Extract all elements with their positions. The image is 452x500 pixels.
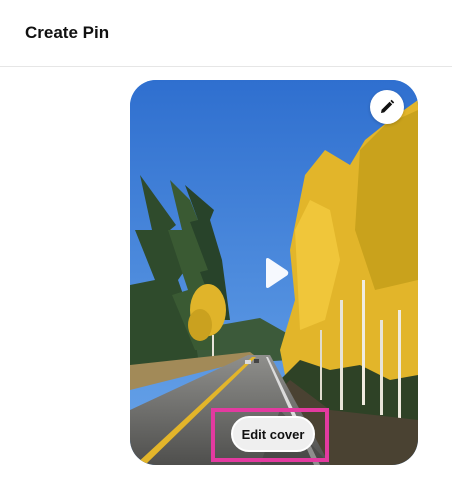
edit-pin-button[interactable]: [370, 90, 404, 124]
edit-cover-button[interactable]: Edit cover: [231, 416, 315, 452]
header-bar: Create Pin: [0, 0, 452, 67]
play-icon: [266, 258, 289, 288]
pencil-icon: [381, 99, 395, 113]
play-button[interactable]: [258, 255, 292, 291]
page-title: Create Pin: [25, 23, 110, 42]
